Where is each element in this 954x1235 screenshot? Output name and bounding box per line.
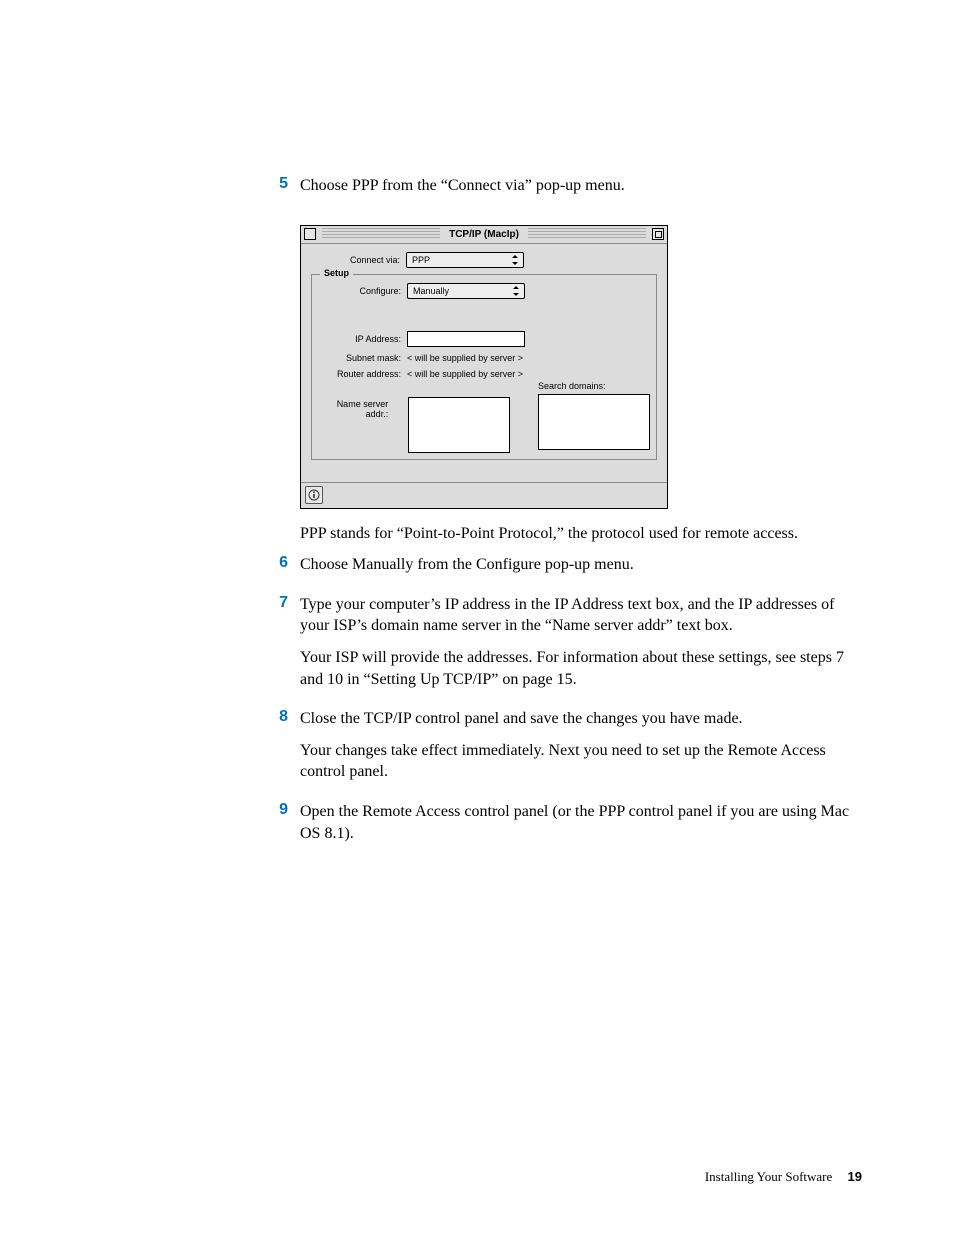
configure-label: Configure: [318, 286, 407, 296]
configure-popup[interactable]: Manually [407, 283, 525, 299]
ip-address-input[interactable] [407, 331, 525, 347]
step-number: 9 [262, 801, 288, 854]
step-text: Choose Manually from the Configure pop-u… [288, 554, 634, 586]
footer-section: Installing Your Software [705, 1169, 832, 1184]
popup-arrows-icon [511, 286, 521, 296]
window-body: Connect via: PPP Setup Configure: Manual… [301, 244, 667, 482]
info-icon [308, 489, 320, 501]
close-box-icon[interactable] [304, 228, 316, 240]
step-number: 6 [262, 554, 288, 586]
step-9: 9 Open the Remote Access control panel (… [262, 801, 862, 854]
step-8-text: Close the TCP/IP control panel and save … [300, 708, 862, 730]
ip-address-label: IP Address: [318, 334, 407, 344]
step-7-text-2: Your ISP will provide the addresses. For… [300, 647, 862, 690]
step-7-text: Type your computer’s IP address in the I… [300, 594, 862, 637]
titlebar-stripes [528, 228, 646, 240]
titlebar-stripes [322, 228, 440, 240]
step-number: 5 [262, 175, 288, 207]
router-label: Router address: [318, 369, 407, 379]
setup-fieldset: Setup Configure: Manually IP Address: [311, 274, 657, 460]
step-text: Type your computer’s IP address in the I… [288, 594, 862, 700]
connect-via-row: Connect via: PPP [311, 252, 657, 268]
subnet-value: < will be supplied by server > [407, 353, 523, 363]
step-8: 8 Close the TCP/IP control panel and sav… [262, 708, 862, 793]
step-text: Choose PPP from the “Connect via” pop-up… [288, 175, 625, 207]
info-button[interactable] [305, 486, 323, 504]
tcpip-window: TCP/IP (MacIp) Connect via: PPP Setup Co… [300, 225, 668, 509]
connect-via-popup[interactable]: PPP [406, 252, 524, 268]
step-6: 6 Choose Manually from the Configure pop… [262, 554, 862, 586]
step-number: 7 [262, 594, 288, 700]
configure-row: Configure: Manually [318, 283, 650, 299]
titlebar[interactable]: TCP/IP (MacIp) [301, 226, 667, 244]
zoom-box-icon[interactable] [652, 228, 664, 240]
ns-label: Name server addr.: [318, 397, 394, 453]
step-6-text: Choose Manually from the Configure pop-u… [300, 554, 634, 576]
connect-via-label: Connect via: [311, 255, 406, 265]
configure-value: Manually [413, 286, 449, 296]
lower-area: Name server addr.: Search domains: [318, 397, 650, 453]
ip-address-row: IP Address: [318, 331, 650, 347]
subnet-label: Subnet mask: [318, 353, 407, 363]
step-5-text: Choose PPP from the “Connect via” pop-up… [300, 175, 625, 197]
connect-via-value: PPP [412, 255, 430, 265]
search-domains-input[interactable] [538, 394, 650, 450]
popup-arrows-icon [510, 255, 520, 265]
step-7: 7 Type your computer’s IP address in the… [262, 594, 862, 700]
search-domains-label: Search domains: [538, 381, 650, 391]
subnet-row: Subnet mask: < will be supplied by serve… [318, 353, 650, 363]
step-text: Open the Remote Access control panel (or… [288, 801, 862, 854]
ppp-explanation: PPP stands for “Point-to-Point Protocol,… [300, 523, 862, 545]
page-footer: Installing Your Software 19 [705, 1169, 862, 1185]
router-value: < will be supplied by server > [407, 369, 523, 379]
footer-page-number: 19 [848, 1169, 862, 1184]
setup-legend: Setup [320, 268, 353, 278]
window-title: TCP/IP (MacIp) [443, 229, 525, 240]
router-row: Router address: < will be supplied by se… [318, 369, 650, 379]
step-5: 5 Choose PPP from the “Connect via” pop-… [262, 175, 862, 207]
step-9-text: Open the Remote Access control panel (or… [300, 801, 862, 844]
search-domains-group: Search domains: [538, 381, 650, 453]
step-text: Close the TCP/IP control panel and save … [288, 708, 862, 793]
tcpip-window-figure: TCP/IP (MacIp) Connect via: PPP Setup Co… [300, 225, 668, 509]
step-8-text-2: Your changes take effect immediately. Ne… [300, 740, 862, 783]
statusbar [301, 482, 667, 508]
step-number: 8 [262, 708, 288, 793]
page: 5 Choose PPP from the “Connect via” pop-… [0, 0, 954, 1235]
name-server-input[interactable] [408, 397, 510, 453]
